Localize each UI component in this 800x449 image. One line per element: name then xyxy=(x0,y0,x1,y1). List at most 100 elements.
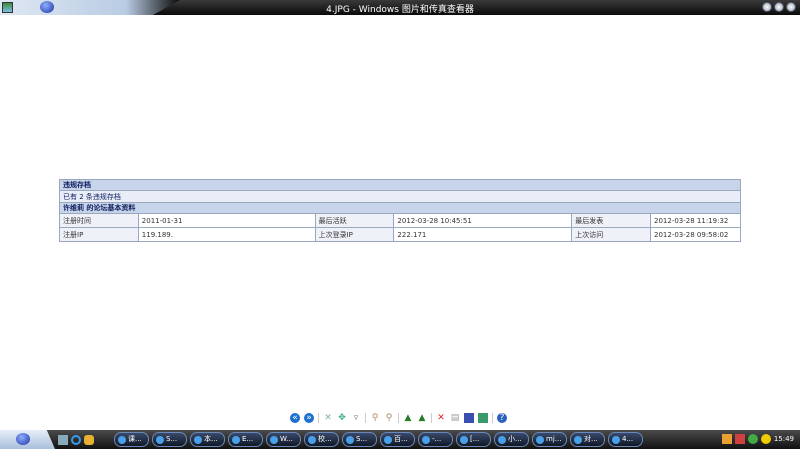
violation-archive-header: 违规存档 xyxy=(59,179,741,191)
label-cell: 上次登录IP xyxy=(314,227,395,242)
task-icon xyxy=(346,435,354,444)
task-label: mj... xyxy=(546,435,562,443)
tray-icon[interactable] xyxy=(721,434,732,444)
help-icon[interactable]: ? xyxy=(497,413,507,423)
label-cell: 上次访问 xyxy=(571,227,652,242)
qq-icon[interactable] xyxy=(84,434,94,445)
viewer-toolbar: « » ✕ ✥ ▿ ⚲ ⚲ ▲ ▲ ✕ ▤ ? xyxy=(290,412,507,424)
zoom-in-icon[interactable]: ⚲ xyxy=(370,413,380,423)
task-label: 4... xyxy=(622,435,634,443)
tray-icon[interactable] xyxy=(760,434,771,444)
value-cell: 2012-03-28 10:45:51 xyxy=(393,213,573,228)
task-label: S... xyxy=(166,435,178,443)
minimize-button[interactable] xyxy=(762,2,772,12)
taskbar-item[interactable]: E... xyxy=(228,432,263,447)
task-icon xyxy=(156,435,164,444)
table-row: 注册时间 2011-01-31 最后活跃 2012-03-28 10:45:51… xyxy=(59,213,741,228)
edit-icon[interactable] xyxy=(478,413,488,423)
taskbar-item[interactable]: 小... xyxy=(494,432,529,447)
taskbar-item[interactable]: -... xyxy=(418,432,453,447)
taskbar-item[interactable]: S... xyxy=(152,432,187,447)
task-icon xyxy=(194,435,202,444)
task-label: 本... xyxy=(204,435,218,443)
separator xyxy=(318,413,319,423)
clock[interactable]: 15:49 xyxy=(774,435,794,443)
value-cell: 119.189. xyxy=(137,227,316,242)
task-label: 百... xyxy=(394,435,408,443)
separator xyxy=(492,413,493,423)
separator xyxy=(431,413,432,423)
task-label: S... xyxy=(356,435,368,443)
ie-icon[interactable] xyxy=(71,434,81,445)
value-cell: 2012-03-28 11:19:32 xyxy=(650,213,741,228)
zoom-out-icon[interactable]: ⚲ xyxy=(384,413,394,423)
taskbar-item[interactable]: [... xyxy=(456,432,491,447)
task-label: 校... xyxy=(318,435,332,443)
task-icon xyxy=(422,435,430,444)
taskbar-item[interactable]: 百... xyxy=(380,432,415,447)
task-icon xyxy=(232,435,240,444)
reg-ip: 119.189. xyxy=(141,230,173,239)
save-icon[interactable] xyxy=(464,413,474,423)
forum-info-table: 违规存档 已有 2 条违规存档 许维莉 的论坛基本资料 注册时间 2011-01… xyxy=(59,179,741,242)
task-label: [... xyxy=(470,435,480,443)
rotate-clockwise-icon[interactable]: ▲ xyxy=(403,413,413,423)
next-image-icon[interactable]: » xyxy=(304,413,314,423)
taskbar-item[interactable]: S... xyxy=(342,432,377,447)
profile-header: 许维莉 的论坛基本资料 xyxy=(59,202,741,214)
maximize-button[interactable] xyxy=(774,2,784,12)
system-tray: 15:49 xyxy=(721,434,794,444)
table-row: 注册IP 119.189. 上次登录IP 222.171 上次访问 2012-0… xyxy=(59,227,741,242)
task-label: 小... xyxy=(508,435,522,443)
task-icon xyxy=(536,435,544,444)
violation-count: 已有 2 条违规存档 xyxy=(59,190,741,203)
separator xyxy=(365,413,366,423)
close-button[interactable] xyxy=(786,2,796,12)
task-icon xyxy=(612,435,620,444)
taskbar-item[interactable]: W... xyxy=(266,432,301,447)
label-cell: 最后发表 xyxy=(571,213,652,228)
taskbar-item[interactable]: 本... xyxy=(190,432,225,447)
task-icon xyxy=(308,435,316,444)
taskbar-item[interactable]: mj... xyxy=(532,432,567,447)
print-icon[interactable]: ▤ xyxy=(450,413,460,423)
start-orb-icon xyxy=(16,433,30,445)
label-cell: 注册时间 xyxy=(59,213,139,228)
title-bar: 4.JPG - Windows 图片和传真查看器 xyxy=(0,0,800,15)
task-label: E... xyxy=(242,435,254,443)
task-label: 课... xyxy=(128,435,142,443)
task-icon xyxy=(270,435,278,444)
taskbar-item[interactable]: 校... xyxy=(304,432,339,447)
best-fit-icon[interactable]: ✕ xyxy=(323,413,333,423)
security-icon[interactable] xyxy=(747,434,758,444)
rotate-counterclockwise-icon[interactable]: ▲ xyxy=(417,413,427,423)
delete-icon[interactable]: ✕ xyxy=(436,413,446,423)
label-cell: 注册IP xyxy=(59,227,139,242)
task-icon xyxy=(498,435,506,444)
taskbar-item[interactable]: 对... xyxy=(570,432,605,447)
redaction xyxy=(172,229,278,240)
taskbar-item[interactable]: 课... xyxy=(114,432,149,447)
task-icon xyxy=(574,435,582,444)
tray-icon[interactable] xyxy=(734,434,745,444)
task-label: W... xyxy=(280,435,293,443)
taskbar: 课... S... 本... E... W... 校... S... 百... -... [...… xyxy=(0,430,800,449)
redaction xyxy=(426,229,532,240)
previous-image-icon[interactable]: « xyxy=(290,413,300,423)
window-title: 4.JPG - Windows 图片和传真查看器 xyxy=(326,5,474,15)
task-label: 对... xyxy=(584,435,598,443)
label-cell: 最后活跃 xyxy=(314,213,395,228)
show-desktop-icon[interactable] xyxy=(58,434,68,445)
taskbar-item[interactable]: 4... xyxy=(608,432,643,447)
task-icon xyxy=(384,435,392,444)
slideshow-icon[interactable]: ▿ xyxy=(351,413,361,423)
task-label: -... xyxy=(432,435,442,443)
start-button[interactable] xyxy=(0,430,55,449)
value-cell: 222.171 xyxy=(393,227,573,242)
value-cell: 2012-03-28 09:58:02 xyxy=(650,227,741,242)
separator xyxy=(398,413,399,423)
actual-size-icon[interactable]: ✥ xyxy=(337,413,347,423)
task-list: 课... S... 本... E... W... 校... S... 百... -... [...… xyxy=(58,432,643,447)
task-icon xyxy=(118,435,126,444)
last-login-ip: 222.171 xyxy=(397,230,427,239)
